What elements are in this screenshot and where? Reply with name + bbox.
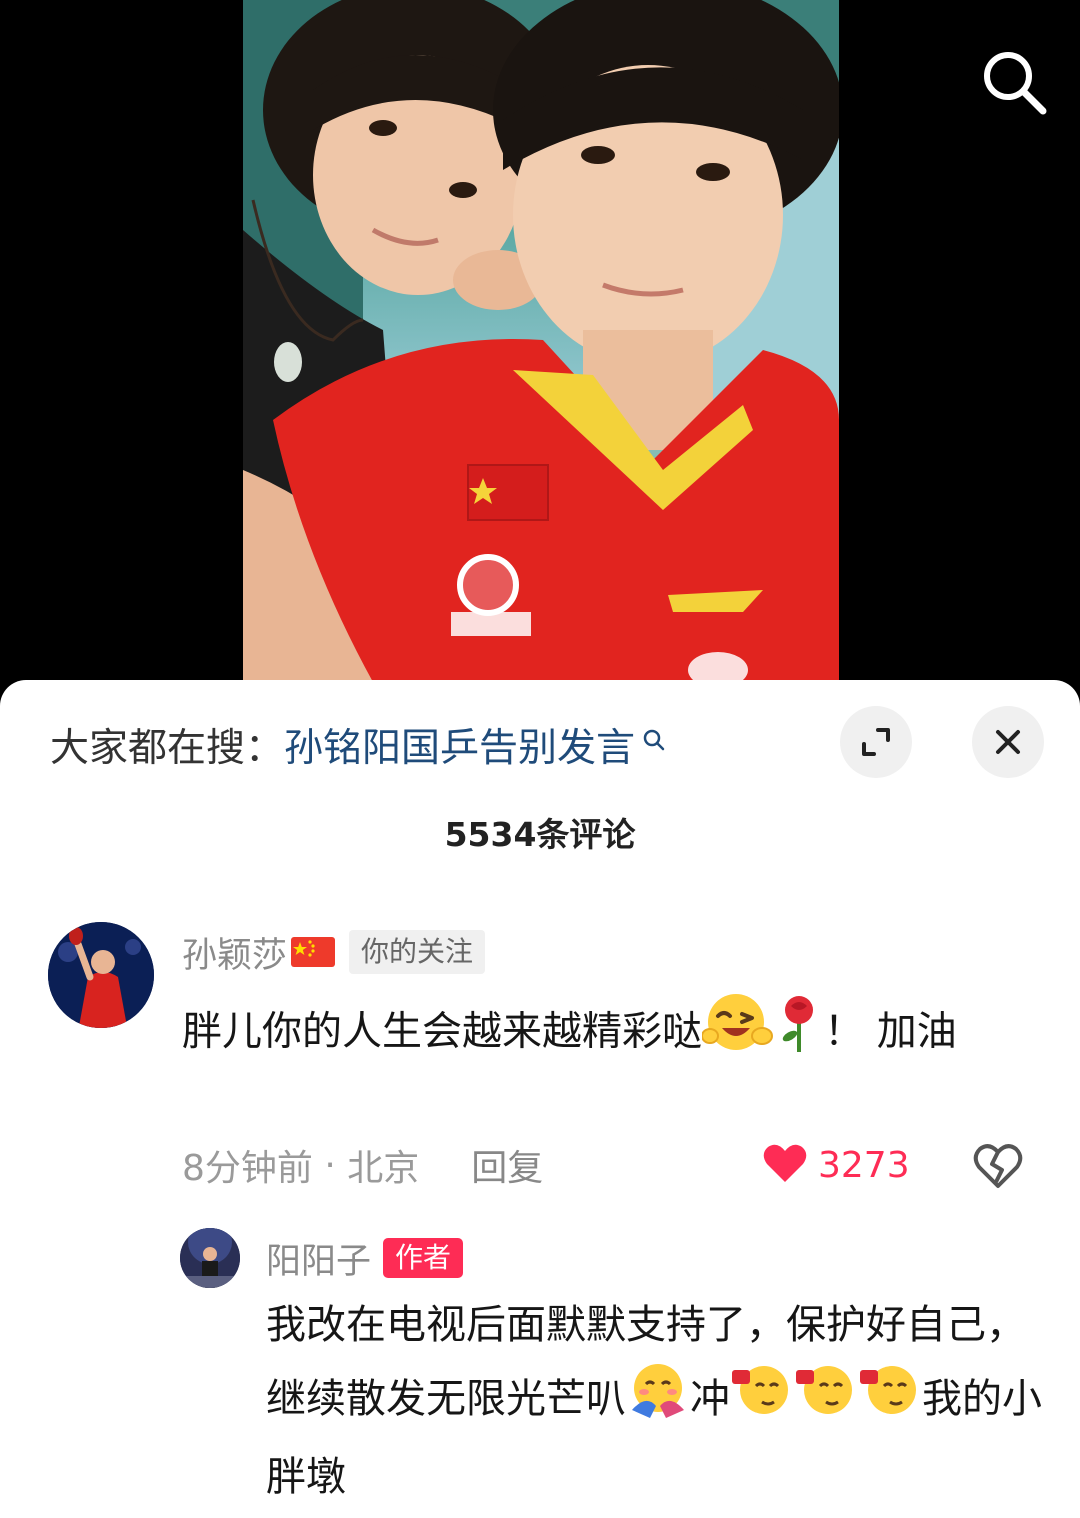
search-small-icon bbox=[641, 718, 667, 751]
reply-button[interactable]: 回复 bbox=[471, 1139, 543, 1191]
search-icon[interactable] bbox=[976, 44, 1052, 120]
heart-icon bbox=[762, 1142, 808, 1188]
video-player[interactable] bbox=[0, 0, 1080, 700]
reply-username[interactable]: 阳阳子 bbox=[266, 1233, 371, 1284]
comment-header: 孙颖莎 你的关注 bbox=[182, 927, 486, 978]
comment-text-part: ！ 加油 bbox=[824, 1008, 957, 1055]
author-badge: 作者 bbox=[383, 1238, 464, 1278]
hot-search-bar[interactable]: 大家都在搜： 孙铭阳国乒告别发言 bbox=[50, 716, 667, 774]
avatar[interactable] bbox=[180, 1228, 240, 1288]
china-flag-icon bbox=[291, 937, 336, 967]
cheers-emoji-icon bbox=[794, 1360, 858, 1442]
hot-search-prefix: 大家都在搜： bbox=[50, 726, 285, 771]
comment-sheet: 大家都在搜： 孙铭阳国乒告别发言 5534条评论 孙颖莎 你的关注 胖儿你的人生… bbox=[0, 680, 1080, 1518]
comment-text-part: 胖儿你的人生会越来越精彩哒 bbox=[182, 1008, 702, 1055]
close-icon[interactable] bbox=[972, 706, 1044, 778]
cheers-emoji-icon bbox=[730, 1360, 794, 1442]
wink-emoji-icon bbox=[701, 990, 774, 1077]
comment-text: 胖儿你的人生会越来越精彩哒 ！ 加油 bbox=[182, 990, 1012, 1077]
reply-text: 我改在电视后面默默支持了，保护好自己，继续散发无限光芒叭 冲 我的小胖墩 bbox=[266, 1290, 1046, 1512]
meta-separator: · bbox=[312, 1144, 348, 1186]
expand-icon[interactable] bbox=[840, 706, 912, 778]
avatar[interactable] bbox=[48, 922, 154, 1028]
dislike-broken-heart-icon[interactable] bbox=[972, 1140, 1024, 1190]
reply-header: 阳阳子 作者 bbox=[266, 1233, 464, 1284]
hug-emoji-icon bbox=[626, 1360, 690, 1442]
comment-count-title: 5534条评论 bbox=[444, 815, 636, 854]
like-count: 3273 bbox=[818, 1144, 910, 1186]
following-badge: 你的关注 bbox=[349, 930, 486, 974]
hot-search-query-link[interactable]: 孙铭阳国乒告别发言 bbox=[284, 717, 635, 773]
like-button[interactable]: 3273 bbox=[762, 1140, 910, 1190]
comment-time: 8分钟前 bbox=[182, 1148, 313, 1189]
comment-username[interactable]: 孙颖莎 bbox=[182, 927, 287, 978]
comment-meta: 8分钟前 · 北京 回复 bbox=[182, 1140, 543, 1190]
comment-location: 北京 bbox=[347, 1148, 420, 1189]
video-frame-photo bbox=[243, 0, 839, 700]
cheers-emoji-icon bbox=[858, 1360, 922, 1442]
rose-emoji-icon bbox=[774, 990, 824, 1077]
reply-text-part: 冲 bbox=[690, 1376, 730, 1422]
